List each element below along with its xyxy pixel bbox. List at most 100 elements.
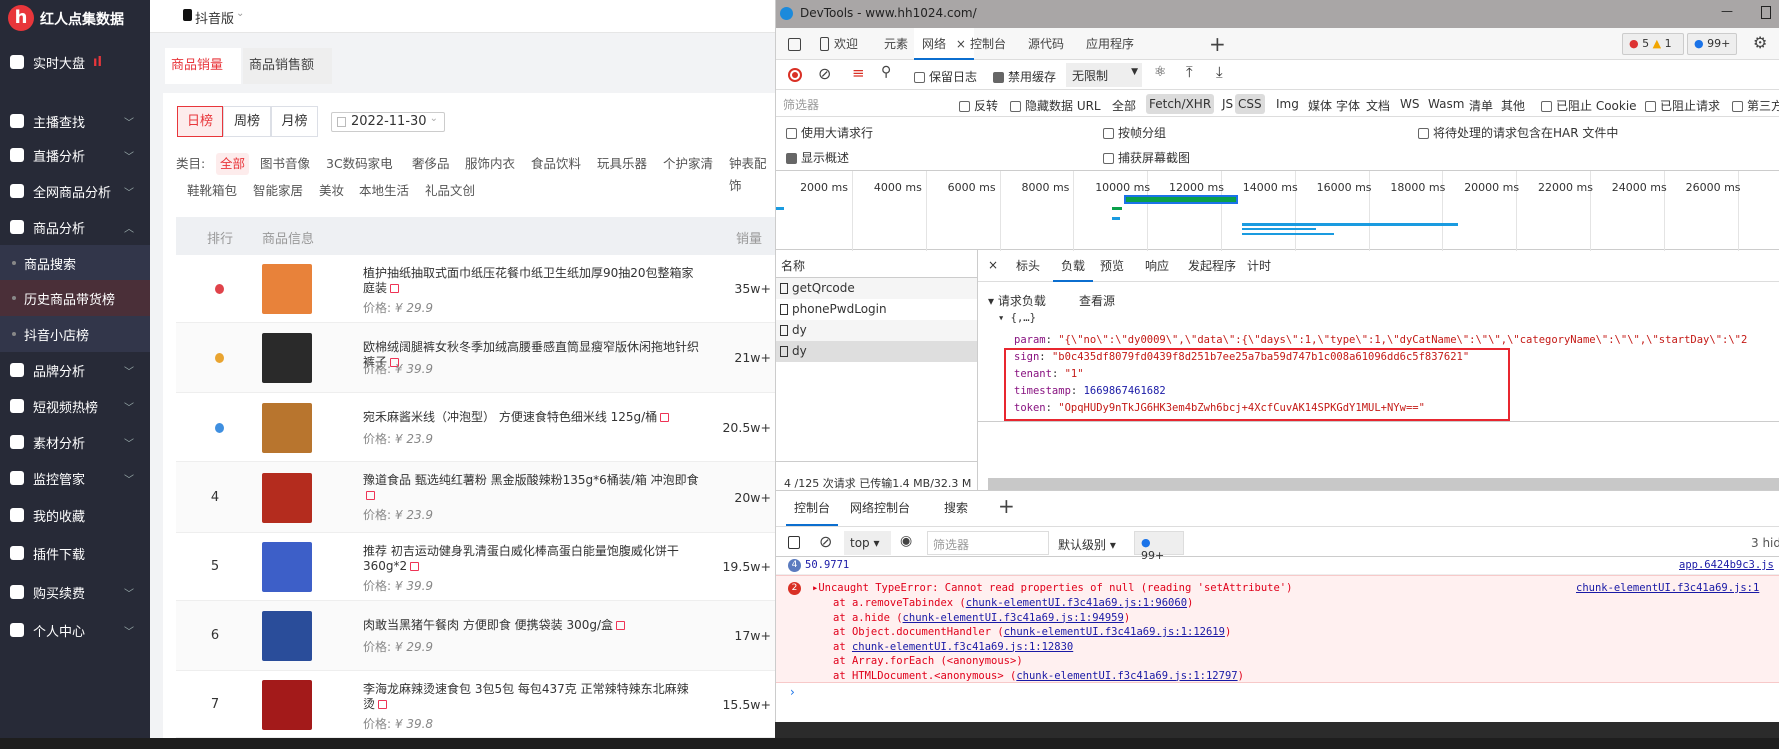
category-10[interactable]: 智能家居 bbox=[249, 180, 307, 202]
group-frame-checkbox[interactable]: 按帧分组 bbox=[1103, 124, 1166, 141]
network-overview-timeline[interactable]: 2000 ms 4000 ms 6000 ms 8000 ms 10000 ms 1200… bbox=[776, 170, 1779, 251]
category-0[interactable]: 全部 bbox=[216, 153, 250, 175]
sidebar-item[interactable]: 个人中心 ﹀ bbox=[0, 612, 150, 648]
console-filter-input[interactable]: 筛选器 bbox=[927, 531, 1049, 555]
category-9[interactable]: 鞋靴箱包 bbox=[183, 180, 241, 202]
period-month[interactable]: 月榜 bbox=[271, 106, 318, 137]
log-source-link[interactable]: app.6424b9c3.js bbox=[1679, 559, 1774, 571]
filter-type[interactable]: Fetch/XHR bbox=[1146, 94, 1215, 114]
clear-icon[interactable]: ⊘ bbox=[818, 64, 831, 83]
settings-gear-icon[interactable]: ⚙ bbox=[1753, 33, 1767, 52]
category-5[interactable]: 食品饮料 bbox=[527, 153, 585, 175]
filter-type[interactable]: CSS bbox=[1235, 94, 1265, 114]
product-title[interactable]: 推荐 初吉运动健身乳清蛋白威化棒高蛋白能量饱腹威化饼干360g*2 bbox=[363, 544, 699, 574]
sidebar-item-sub[interactable]: 历史商品带货榜 bbox=[0, 280, 150, 316]
stack-frame-link[interactable]: chunk-elementUI.f3c41a69.js:1:96060 bbox=[966, 597, 1187, 609]
preserve-log-checkbox[interactable]: 保留日志 bbox=[914, 68, 977, 85]
product-title[interactable]: 豫道食品 甄选纯红薯粉 黑金版酸辣粉135g*6桶装/箱 冲泡即食 bbox=[363, 473, 699, 503]
detail-tab[interactable]: 响应 bbox=[1137, 250, 1177, 282]
third-party-checkbox[interactable]: 第三方 bbox=[1732, 97, 1779, 114]
filter-type[interactable]: JS bbox=[1219, 94, 1236, 114]
payload-root[interactable]: ▾ {,…} bbox=[998, 312, 1036, 324]
live-expression-eye-icon[interactable]: ◉ bbox=[900, 533, 912, 549]
stack-frame-link[interactable]: chunk-elementUI.f3c41a69.js:1:12619 bbox=[1004, 626, 1225, 638]
detail-tab[interactable]: 标头 bbox=[1008, 250, 1048, 282]
har-checkbox[interactable]: 将待处理的请求包含在HAR 文件中 bbox=[1418, 124, 1618, 141]
view-source-link[interactable]: 查看源 bbox=[1079, 292, 1115, 309]
date-picker[interactable]: 2022-11-30 ⌄ bbox=[331, 112, 445, 132]
horizontal-scrollbar[interactable] bbox=[988, 478, 1779, 490]
devtools-tab[interactable]: 元素 bbox=[884, 28, 908, 60]
console-messages-counter[interactable]: ● 99+ bbox=[1134, 531, 1184, 562]
minimize-button[interactable]: — bbox=[1721, 4, 1733, 18]
issues-counter[interactable]: ● 5 ▲ 1 bbox=[1622, 33, 1684, 55]
big-rows-checkbox[interactable]: 使用大请求行 bbox=[786, 124, 873, 141]
devtools-tab[interactable]: 控制台 bbox=[970, 28, 1006, 60]
overview-checkbox[interactable]: 显示概述 bbox=[786, 149, 849, 166]
request-row[interactable]: dy bbox=[776, 341, 977, 362]
sidebar-item[interactable]: 全网商品分析 ﹀ bbox=[0, 173, 150, 209]
inspect-icon[interactable] bbox=[788, 38, 801, 51]
drawer-tab[interactable]: 控制台 bbox=[786, 491, 839, 526]
period-day[interactable]: 日榜 bbox=[177, 106, 223, 137]
tab-sales-amount[interactable]: 商品销售额榜 bbox=[243, 48, 332, 109]
category-12[interactable]: 本地生活 bbox=[355, 180, 413, 202]
request-row[interactable]: dy bbox=[776, 320, 977, 341]
filter-type[interactable]: 文档 bbox=[1363, 94, 1393, 117]
detail-tab[interactable]: 负载 bbox=[1053, 250, 1094, 282]
device-toggle-icon[interactable] bbox=[820, 37, 829, 51]
sidebar-item[interactable]: 主播查找 ﹀ bbox=[0, 103, 150, 139]
product-thumbnail[interactable] bbox=[262, 264, 312, 314]
sidebar-item[interactable]: 插件下载 bbox=[0, 535, 150, 571]
category-6[interactable]: 玩具乐器 bbox=[593, 153, 651, 175]
close-tab-icon[interactable]: × bbox=[956, 37, 966, 51]
tab-sales-volume[interactable]: 商品销量榜 bbox=[165, 48, 241, 109]
category-8[interactable]: 钟表配饰 bbox=[725, 153, 775, 193]
product-title[interactable]: 肉敢当黑猪午餐肉 方便即食 便携袋装 300g/盒 bbox=[363, 618, 699, 633]
request-row[interactable]: getQrcode bbox=[776, 278, 977, 299]
devtools-tab[interactable]: 网络 × bbox=[914, 28, 974, 60]
disable-cache-checkbox[interactable]: 禁用缓存 bbox=[993, 68, 1056, 85]
filter-type[interactable]: Img bbox=[1273, 94, 1302, 114]
network-conditions-icon[interactable]: ⚛ bbox=[1154, 64, 1167, 80]
error-message[interactable]: ▸Uncaught TypeError: Cannot read propert… bbox=[812, 582, 1292, 594]
error-source-link[interactable]: chunk-elementUI.f3c41a69.js:1 bbox=[1576, 582, 1759, 594]
category-3[interactable]: 奢侈品 bbox=[408, 153, 454, 175]
sidebar-item[interactable]: 商品分析 ︿ bbox=[0, 209, 150, 245]
category-7[interactable]: 个护家清 bbox=[659, 153, 717, 175]
category-2[interactable]: 3C数码家电 bbox=[322, 153, 397, 175]
devtools-tab[interactable]: 源代码 bbox=[1028, 28, 1064, 60]
filter-type[interactable]: 清单 bbox=[1466, 94, 1496, 117]
table-row[interactable]: 6 肉敢当黑猪午餐肉 方便即食 便携袋装 300g/盒 价格: ¥ 29.9 1… bbox=[176, 601, 775, 671]
product-thumbnail[interactable] bbox=[262, 542, 312, 592]
table-row[interactable]: 1 植护抽纸抽取式面巾纸压花餐巾纸卫生纸加厚90抽20包整箱家庭装 价格: ¥ … bbox=[176, 255, 775, 323]
stack-frame-link[interactable]: chunk-elementUI.f3c41a69.js:1:12830 bbox=[852, 641, 1073, 653]
download-icon[interactable]: ⤓ bbox=[1216, 63, 1223, 81]
table-row[interactable]: 7 李海龙麻辣烫速食包 3包5包 每包437克 正常辣特辣东北麻辣烫 价格: ¥… bbox=[176, 671, 775, 738]
product-title[interactable]: 李海龙麻辣烫速食包 3包5包 每包437克 正常辣特辣东北麻辣烫 bbox=[363, 682, 699, 712]
hide-data-url-checkbox[interactable]: 隐藏数据 URL bbox=[1010, 97, 1101, 114]
sidebar-item[interactable]: 直播分析 ﹀ bbox=[0, 137, 150, 173]
request-row[interactable]: phonePwdLogin bbox=[776, 299, 977, 320]
console-prompt[interactable]: › bbox=[790, 685, 795, 699]
context-select[interactable]: top ▾ bbox=[844, 531, 891, 555]
throttle-select[interactable]: 无限制 ▼ bbox=[1066, 63, 1142, 87]
sidebar-item[interactable]: 实时大盘 ıl bbox=[0, 44, 150, 80]
table-row[interactable]: 2 欧棉绒阔腿裤女秋冬季加绒高腰垂感直筒显瘦窄版休闲拖地针织裤子 价格: ¥ 3… bbox=[176, 323, 775, 393]
product-title[interactable]: 植护抽纸抽取式面巾纸压花餐巾纸卫生纸加厚90抽20包整箱家庭装 bbox=[363, 266, 699, 296]
table-row[interactable]: 3 宛禾麻酱米线（冲泡型） 方便速食特色细米线 125g/桶 价格: ¥ 23.… bbox=[176, 393, 775, 462]
stack-frame-link[interactable]: chunk-elementUI.f3c41a69.js:1:12797 bbox=[1016, 670, 1237, 682]
sidebar-toggle-icon[interactable] bbox=[788, 536, 800, 549]
clear-console-icon[interactable]: ⊘ bbox=[819, 532, 832, 551]
add-tab-icon[interactable]: + bbox=[1209, 32, 1226, 56]
product-thumbnail[interactable] bbox=[262, 333, 312, 383]
add-drawer-tab-icon[interactable]: + bbox=[998, 494, 1015, 518]
sidebar-item[interactable]: 短视频热榜 ﹀ bbox=[0, 388, 150, 424]
sidebar-item[interactable]: 我的收藏 bbox=[0, 497, 150, 533]
product-thumbnail[interactable] bbox=[262, 472, 312, 523]
product-thumbnail[interactable] bbox=[262, 679, 312, 730]
screenshots-checkbox[interactable]: 捕获屏幕截图 bbox=[1103, 149, 1190, 166]
detail-tab[interactable]: 发起程序 bbox=[1180, 250, 1244, 282]
table-row[interactable]: 4 豫道食品 甄选纯红薯粉 黑金版酸辣粉135g*6桶装/箱 冲泡即食 价格: … bbox=[176, 462, 775, 533]
blocked-requests-checkbox[interactable]: 已阻止请求 bbox=[1645, 97, 1720, 114]
